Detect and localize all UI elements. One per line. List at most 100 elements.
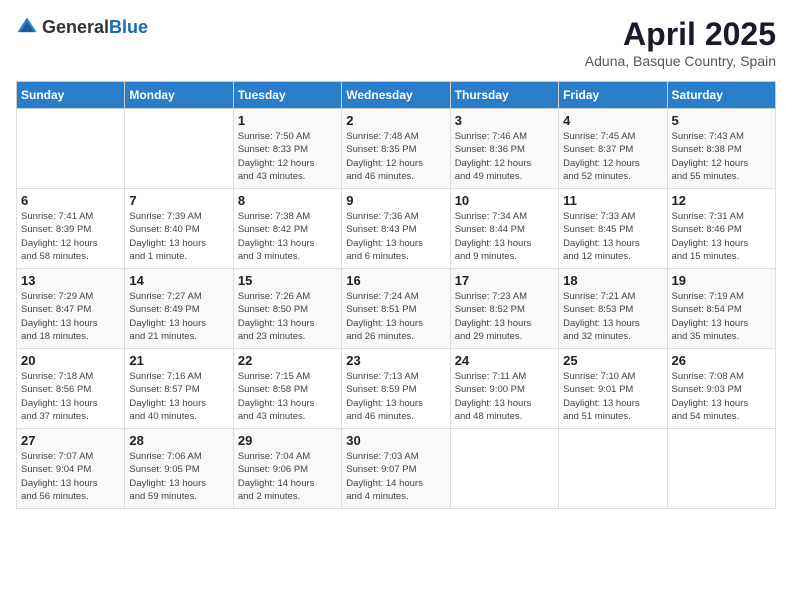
day-number: 26 [672, 353, 771, 368]
day-header-friday: Friday [559, 82, 667, 109]
location-subtitle: Aduna, Basque Country, Spain [585, 53, 776, 69]
cell-info: Sunrise: 7:15 AMSunset: 8:58 PMDaylight:… [238, 370, 337, 423]
cell-info: Sunrise: 7:06 AMSunset: 9:05 PMDaylight:… [129, 450, 228, 503]
cell-info: Sunrise: 7:45 AMSunset: 8:37 PMDaylight:… [563, 130, 662, 183]
calendar-cell: 22 Sunrise: 7:15 AMSunset: 8:58 PMDayligh… [233, 349, 341, 429]
week-row-4: 20 Sunrise: 7:18 AMSunset: 8:56 PMDayligh… [17, 349, 776, 429]
cell-info: Sunrise: 7:24 AMSunset: 8:51 PMDaylight:… [346, 290, 445, 343]
day-number: 3 [455, 113, 554, 128]
calendar-body: 1 Sunrise: 7:50 AMSunset: 8:33 PMDaylight… [17, 109, 776, 509]
cell-info: Sunrise: 7:43 AMSunset: 8:38 PMDaylight:… [672, 130, 771, 183]
month-title: April 2025 [585, 16, 776, 53]
calendar-cell: 13Sunrise: 7:29 AMSunset: 8:47 PMDayligh… [17, 269, 125, 349]
cell-info: Sunrise: 7:39 AMSunset: 8:40 PMDaylight:… [129, 210, 228, 263]
cell-info: Sunrise: 7:26 AMSunset: 8:50 PMDaylight:… [238, 290, 337, 343]
calendar-cell: 17 Sunrise: 7:23 AMSunset: 8:52 PMDayligh… [450, 269, 558, 349]
cell-info: Sunrise: 7:13 AMSunset: 8:59 PMDaylight:… [346, 370, 445, 423]
cell-info: Sunrise: 7:08 AMSunset: 9:03 PMDaylight:… [672, 370, 771, 423]
calendar-cell: 23Sunrise: 7:13 AMSunset: 8:59 PMDayligh… [342, 349, 450, 429]
calendar-cell [125, 109, 233, 189]
calendar-cell: 10Sunrise: 7:34 AMSunset: 8:44 PMDayligh… [450, 189, 558, 269]
cell-info: Sunrise: 7:23 AMSunset: 8:52 PMDaylight:… [455, 290, 554, 343]
day-number: 15 [238, 273, 337, 288]
day-number: 4 [563, 113, 662, 128]
day-number: 12 [672, 193, 771, 208]
cell-info: Sunrise: 7:50 AMSunset: 8:33 PMDaylight:… [238, 130, 337, 183]
cell-info: Sunrise: 7:18 AMSunset: 8:56 PMDaylight:… [21, 370, 120, 423]
day-number: 28 [129, 433, 228, 448]
calendar-cell: 25 Sunrise: 7:10 AMSunset: 9:01 PMDayligh… [559, 349, 667, 429]
day-number: 13 [21, 273, 120, 288]
cell-info: Sunrise: 7:36 AMSunset: 8:43 PMDaylight:… [346, 210, 445, 263]
cell-info: Sunrise: 7:34 AMSunset: 8:44 PMDaylight:… [455, 210, 554, 263]
day-number: 27 [21, 433, 120, 448]
cell-info: Sunrise: 7:11 AMSunset: 9:00 PMDaylight:… [455, 370, 554, 423]
logo-general: General [42, 17, 109, 37]
day-header-tuesday: Tuesday [233, 82, 341, 109]
day-number: 16 [346, 273, 445, 288]
day-number: 7 [129, 193, 228, 208]
cell-info: Sunrise: 7:04 AMSunset: 9:06 PMDaylight:… [238, 450, 337, 503]
calendar-cell: 15 Sunrise: 7:26 AMSunset: 8:50 PMDayligh… [233, 269, 341, 349]
day-number: 2 [346, 113, 445, 128]
day-header-wednesday: Wednesday [342, 82, 450, 109]
day-number: 6 [21, 193, 120, 208]
calendar-cell [559, 429, 667, 509]
cell-info: Sunrise: 7:19 AMSunset: 8:54 PMDaylight:… [672, 290, 771, 343]
day-number: 21 [129, 353, 228, 368]
cell-info: Sunrise: 7:10 AMSunset: 9:01 PMDaylight:… [563, 370, 662, 423]
cell-info: Sunrise: 7:41 AMSunset: 8:39 PMDaylight:… [21, 210, 120, 263]
title-area: April 2025 Aduna, Basque Country, Spain [585, 16, 776, 69]
day-header-thursday: Thursday [450, 82, 558, 109]
day-number: 1 [238, 113, 337, 128]
calendar-cell: 27 Sunrise: 7:07 AMSunset: 9:04 PMDayligh… [17, 429, 125, 509]
calendar-cell: 18 Sunrise: 7:21 AMSunset: 8:53 PMDayligh… [559, 269, 667, 349]
cell-info: Sunrise: 7:31 AMSunset: 8:46 PMDaylight:… [672, 210, 771, 263]
calendar-cell [450, 429, 558, 509]
day-number: 20 [21, 353, 120, 368]
day-header-saturday: Saturday [667, 82, 775, 109]
cell-info: Sunrise: 7:27 AMSunset: 8:49 PMDaylight:… [129, 290, 228, 343]
day-number: 19 [672, 273, 771, 288]
day-number: 30 [346, 433, 445, 448]
header: GeneralBlue April 2025 Aduna, Basque Cou… [16, 16, 776, 69]
calendar-header-row: SundayMondayTuesdayWednesdayThursdayFrid… [17, 82, 776, 109]
day-number: 9 [346, 193, 445, 208]
cell-info: Sunrise: 7:07 AMSunset: 9:04 PMDaylight:… [21, 450, 120, 503]
day-number: 29 [238, 433, 337, 448]
calendar-cell: 11Sunrise: 7:33 AMSunset: 8:45 PMDayligh… [559, 189, 667, 269]
logo-icon [16, 16, 38, 38]
calendar-cell: 29 Sunrise: 7:04 AMSunset: 9:06 PMDayligh… [233, 429, 341, 509]
calendar-cell: 21Sunrise: 7:16 AMSunset: 8:57 PMDayligh… [125, 349, 233, 429]
week-row-2: 6 Sunrise: 7:41 AMSunset: 8:39 PMDaylight… [17, 189, 776, 269]
calendar-table: SundayMondayTuesdayWednesdayThursdayFrid… [16, 81, 776, 509]
calendar-cell: 30Sunrise: 7:03 AMSunset: 9:07 PMDayligh… [342, 429, 450, 509]
calendar-cell: 7 Sunrise: 7:39 AMSunset: 8:40 PMDaylight… [125, 189, 233, 269]
calendar-cell: 24 Sunrise: 7:11 AMSunset: 9:00 PMDayligh… [450, 349, 558, 429]
day-number: 24 [455, 353, 554, 368]
calendar-cell: 5 Sunrise: 7:43 AMSunset: 8:38 PMDaylight… [667, 109, 775, 189]
day-header-sunday: Sunday [17, 82, 125, 109]
calendar-cell: 12 Sunrise: 7:31 AMSunset: 8:46 PMDayligh… [667, 189, 775, 269]
calendar-cell: 2Sunrise: 7:48 AMSunset: 8:35 PMDaylight… [342, 109, 450, 189]
calendar-cell: 20 Sunrise: 7:18 AMSunset: 8:56 PMDayligh… [17, 349, 125, 429]
calendar-cell: 26 Sunrise: 7:08 AMSunset: 9:03 PMDayligh… [667, 349, 775, 429]
day-number: 8 [238, 193, 337, 208]
day-number: 5 [672, 113, 771, 128]
cell-info: Sunrise: 7:46 AMSunset: 8:36 PMDaylight:… [455, 130, 554, 183]
day-number: 17 [455, 273, 554, 288]
week-row-1: 1 Sunrise: 7:50 AMSunset: 8:33 PMDaylight… [17, 109, 776, 189]
day-number: 14 [129, 273, 228, 288]
day-number: 25 [563, 353, 662, 368]
calendar-cell: 19 Sunrise: 7:19 AMSunset: 8:54 PMDayligh… [667, 269, 775, 349]
logo-blue: Blue [109, 17, 148, 37]
calendar-cell: 6 Sunrise: 7:41 AMSunset: 8:39 PMDaylight… [17, 189, 125, 269]
cell-info: Sunrise: 7:33 AMSunset: 8:45 PMDaylight:… [563, 210, 662, 263]
day-number: 18 [563, 273, 662, 288]
day-number: 22 [238, 353, 337, 368]
week-row-5: 27 Sunrise: 7:07 AMSunset: 9:04 PMDayligh… [17, 429, 776, 509]
cell-info: Sunrise: 7:38 AMSunset: 8:42 PMDaylight:… [238, 210, 337, 263]
calendar-cell: 4 Sunrise: 7:45 AMSunset: 8:37 PMDaylight… [559, 109, 667, 189]
calendar-cell: 3 Sunrise: 7:46 AMSunset: 8:36 PMDaylight… [450, 109, 558, 189]
cell-info: Sunrise: 7:21 AMSunset: 8:53 PMDaylight:… [563, 290, 662, 343]
